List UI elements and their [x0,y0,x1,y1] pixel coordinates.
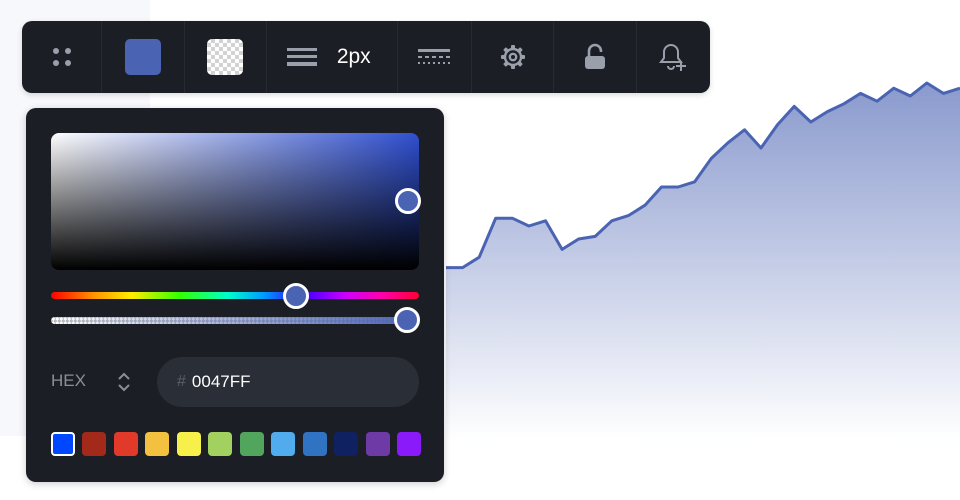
unlocked-padlock-icon [585,43,606,69]
line-width-value: 2px [336,45,371,68]
color-picker-panel: HEX # 0047FF [26,108,444,482]
line-style-button[interactable] [398,21,473,93]
gear-icon [500,45,525,69]
color-swatch[interactable] [113,432,138,456]
color-swatch[interactable] [397,432,422,456]
line-width-icon [286,48,317,66]
color-swatch[interactable] [208,432,233,456]
color-format-label: HEX [51,371,86,390]
color-swatch[interactable] [365,432,390,456]
chevron-up-down-icon[interactable] [116,371,132,393]
fill-color-swatch [124,39,161,75]
settings-button[interactable] [472,21,555,93]
chart-area-fill [446,83,960,440]
saturation-value-handle[interactable] [395,188,421,214]
drawing-toolbar: 2px [22,21,710,93]
line-width-button[interactable]: 2px [267,21,398,93]
color-swatch[interactable] [302,432,327,456]
drag-handle[interactable] [22,21,103,93]
hue-slider[interactable] [51,292,419,299]
hex-prefix: # [177,373,186,390]
line-style-icon [418,49,451,64]
opacity-slider-handle[interactable] [394,307,420,333]
color-swatch[interactable] [271,432,296,456]
bell-plus-icon [659,43,687,71]
color-swatch[interactable] [82,432,107,456]
preset-swatches [51,432,422,458]
lock-button[interactable] [554,21,637,93]
hue-slider-handle[interactable] [283,283,309,309]
color-swatch[interactable] [145,432,170,456]
transparent-swatch [207,39,244,75]
fill-color-button[interactable] [102,21,185,93]
hex-input-field[interactable]: # 0047FF [157,357,419,407]
color-swatch[interactable] [239,432,264,456]
saturation-value-area[interactable] [51,133,421,270]
color-swatch[interactable] [176,432,201,456]
color-swatch[interactable] [51,432,75,456]
opacity-slider[interactable] [51,317,419,324]
background-color-button[interactable] [185,21,267,93]
drag-handle-icon [52,48,71,66]
color-swatch[interactable] [334,432,359,456]
hex-value[interactable]: 0047FF [192,372,251,392]
add-alert-button[interactable] [637,21,710,93]
